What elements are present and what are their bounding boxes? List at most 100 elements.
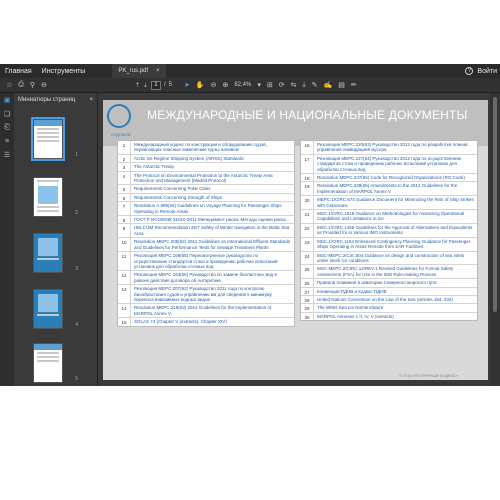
document-title[interactable]: Resolution MEPC.237(65) Code for Recogni… bbox=[314, 174, 477, 181]
fit-page-icon[interactable]: ⊞ bbox=[267, 81, 273, 89]
document-row: 10 Resolution MEPC.205(62) 2011 Guideline… bbox=[118, 238, 294, 253]
star-icon[interactable]: ☆ bbox=[6, 81, 12, 89]
document-title[interactable]: Резолюция MEPC.163(56) Руководство по за… bbox=[131, 271, 294, 284]
document-title[interactable]: SOLAS 74 (Chapter V (extracts), Chapter … bbox=[131, 318, 294, 325]
outline-icon[interactable]: ☰ bbox=[4, 151, 10, 159]
vertical-scrollbar[interactable] bbox=[490, 93, 500, 386]
sign-icon[interactable]: ✍ bbox=[323, 81, 332, 89]
page-number-input[interactable]: 1 bbox=[150, 80, 161, 90]
search-icon[interactable]: ⚲ bbox=[30, 81, 35, 89]
attachment-icon[interactable]: ⎗ bbox=[4, 124, 10, 132]
help-icon[interactable]: ? bbox=[465, 67, 474, 75]
select-pointer-icon[interactable]: ➤ bbox=[184, 81, 190, 89]
print-icon[interactable]: ⎙ bbox=[18, 81, 24, 89]
document-number: 14 bbox=[118, 304, 131, 318]
page-thumbnail-5[interactable]: 5 bbox=[33, 343, 78, 383]
document-row: 2 Arctic Ice Regime Shipping System (AIRS… bbox=[118, 154, 294, 164]
document-title[interactable]: Resolution MEPC.205(62) 2011 Guidelines … bbox=[131, 238, 294, 251]
rotate-icon[interactable]: ⟳ bbox=[279, 81, 285, 89]
next-page-icon[interactable]: ⇣ bbox=[143, 82, 148, 89]
document-title[interactable]: Конвенция ПДНВ и Кодекс ПДНВ bbox=[314, 288, 477, 295]
thumbnail-panel-title: Миниатюры страниц bbox=[18, 96, 76, 103]
menu-tools[interactable]: Инструменты bbox=[37, 68, 91, 75]
document-row: 24 MSC-MEPC.2/Circ.504 Guidance on design… bbox=[301, 251, 477, 266]
comment-icon[interactable]: ✎ bbox=[312, 81, 318, 89]
document-title[interactable]: Правила плавания в акватории Северного м… bbox=[314, 279, 477, 286]
document-number: 26 bbox=[301, 279, 314, 287]
document-title[interactable]: Резолюция MEPC.220(63) Руководство 2012 … bbox=[314, 141, 477, 154]
zoom-in-icon[interactable]: ⊕ bbox=[222, 81, 228, 89]
document-number: 4 bbox=[118, 171, 131, 185]
document-title[interactable]: MSC-MEPC.2/CIRC.12/REV.1 Revised Guideli… bbox=[314, 265, 477, 278]
document-number: 22 bbox=[301, 223, 314, 237]
document-title[interactable]: MSC.1/CIRC.1184 Enhanced Contingency Pla… bbox=[314, 238, 477, 251]
document-number: 13 bbox=[118, 285, 131, 304]
convert-icon[interactable]: ⇆ bbox=[291, 81, 297, 89]
document-number: 7 bbox=[118, 202, 131, 216]
document-title[interactable]: Resolution MEPC.219(63) 2012 Guidelines … bbox=[131, 304, 294, 317]
document-title[interactable]: Resolution MEPC.239(65) Amendments to th… bbox=[314, 182, 477, 195]
document-number: 11 bbox=[118, 252, 131, 271]
document-title[interactable]: HELCOM Recommendation 25/7 Safety of Win… bbox=[131, 224, 294, 237]
document-number: 2 bbox=[118, 154, 131, 163]
thumbnail-panel: Миниатюры страниц × 1 2 3 4 5 bbox=[14, 93, 98, 386]
hand-tool-icon[interactable]: ✋ bbox=[196, 81, 205, 89]
document-title[interactable]: Resolution A.999(25) Guidelines on Voyag… bbox=[131, 202, 294, 215]
document-title[interactable]: The WMO Sea Ice Nomenclature bbox=[314, 304, 477, 311]
thumbnails-icon[interactable]: ▣ bbox=[4, 96, 11, 104]
document-title[interactable]: MSC.1/CIRC.1456 Guidelines for the Appro… bbox=[314, 224, 477, 237]
document-number: 8 bbox=[118, 216, 131, 224]
document-row: 29 The WMO Sea Ice Nomenclature bbox=[301, 304, 477, 313]
save-icon[interactable]: ⤓ bbox=[302, 81, 305, 89]
document-title[interactable]: MSC.1/CIRC.1519 Guidance on Methodologie… bbox=[314, 210, 477, 223]
document-number: 12 bbox=[118, 271, 131, 285]
bookmark-icon[interactable]: ❏ bbox=[4, 110, 10, 118]
document-row: 5 Requirements Concerning Polar Class bbox=[118, 185, 294, 194]
document-row: 23 MSC.1/CIRC.1184 Enhanced Contingency P… bbox=[301, 237, 477, 252]
title-bar: Главная Инструменты PK_rus.pdf × ? Войти bbox=[0, 64, 500, 78]
page-thumbnail-4[interactable]: 4 bbox=[33, 289, 78, 329]
zoom-out-button-icon[interactable]: ⊖ bbox=[211, 81, 217, 89]
zoom-dropdown-icon[interactable]: ▾ bbox=[257, 81, 261, 89]
main-toolbar: ☆ ⎙ ⚲ ⊖ ⇡ ⇣ 1 / 5 ➤ ✋ ⊖ ⊕ 82,4% ▾ ⊞ ⟳ ⇆ … bbox=[0, 78, 500, 93]
document-row: 3 The Antarctic Treaty bbox=[118, 163, 294, 172]
document-title[interactable]: The Antarctic Treaty bbox=[131, 163, 294, 170]
document-title[interactable]: ГОСТ Р ИСО/МЭК 31010-2011 Менеджмент рис… bbox=[131, 216, 294, 223]
menu-home[interactable]: Главная bbox=[0, 68, 37, 75]
document-number: 19 bbox=[301, 182, 314, 196]
document-title[interactable]: MEPC.1/CIRC.674 Guidance Document for Mi… bbox=[314, 196, 477, 209]
document-title[interactable]: Международный кодекс по конструкции и об… bbox=[131, 141, 294, 154]
login-button[interactable]: Войти bbox=[477, 68, 497, 75]
document-title[interactable]: Резолюция MEPC.227(64) Руководство 2012 … bbox=[314, 155, 477, 173]
document-title[interactable]: Requirements Concerning Strength of Ship… bbox=[131, 194, 294, 201]
draw-icon[interactable]: ✏ bbox=[351, 81, 357, 89]
document-title[interactable]: Requirements Concerning Polar Class bbox=[131, 185, 294, 192]
document-title[interactable]: Резолюция MEPC.207(62) Руководство 2011 … bbox=[131, 285, 294, 303]
document-title[interactable]: MSC-MEPC.2/Circ.504 Guidance on design a… bbox=[314, 252, 477, 265]
page-thumbnail-2[interactable]: 2 bbox=[33, 177, 78, 217]
document-title[interactable]: The Protocol on Environmental Protection… bbox=[131, 172, 294, 185]
documents-list-left: 1 Международный кодекс по конструкции и о… bbox=[117, 140, 295, 327]
layers-icon[interactable]: ≡ bbox=[5, 138, 9, 145]
close-panel-icon[interactable]: × bbox=[89, 97, 93, 103]
thumbnail-panel-header: Миниатюры страниц × bbox=[14, 93, 97, 106]
page-thumbnail-3[interactable]: 3 bbox=[33, 233, 78, 273]
document-tab[interactable]: PK_rus.pdf × bbox=[112, 64, 166, 78]
thumbnail-page-number: 5 bbox=[75, 376, 78, 382]
document-number: 25 bbox=[301, 265, 314, 279]
scrollbar-thumb[interactable] bbox=[493, 97, 497, 312]
document-title[interactable]: Arctic Ice Regime Shipping System (AIRSS… bbox=[131, 155, 294, 162]
highlight-icon[interactable]: ▤ bbox=[338, 81, 345, 89]
zoom-out-icon[interactable]: ⊖ bbox=[41, 81, 47, 89]
page-title: МЕЖДУНАРОДНЫЕ И НАЦИОНАЛЬНЫЕ ДОКУМЕНТЫ bbox=[147, 108, 468, 122]
document-row: 26 Правила плавания в акватории Северного… bbox=[301, 279, 477, 288]
zoom-level[interactable]: 82,4% bbox=[234, 82, 251, 88]
prev-page-icon[interactable]: ⇡ bbox=[135, 82, 140, 89]
document-title[interactable]: Резолюция MEPC.159(55) Пересмотренное ру… bbox=[131, 252, 294, 270]
document-row: 16 Резолюция MEPC.220(63) Руководство 201… bbox=[301, 141, 477, 155]
tab-close-icon[interactable]: × bbox=[156, 68, 160, 74]
left-rail: ▣ ❏ ⎗ ≡ ☰ bbox=[0, 93, 14, 386]
page-thumbnail-1[interactable]: 1 bbox=[31, 117, 78, 161]
document-title[interactable]: MARPOL Annexes I, II, IV, V (extracts) bbox=[314, 313, 477, 320]
document-title[interactable]: United Nations Convention on the Law of … bbox=[314, 296, 477, 303]
